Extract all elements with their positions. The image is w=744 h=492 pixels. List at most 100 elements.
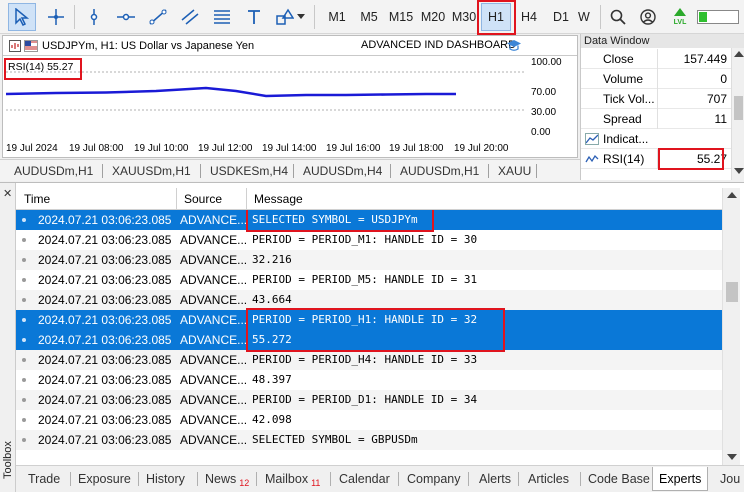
tab-label: Articles [528,472,569,486]
tab-exposure[interactable]: Exposure [72,467,137,491]
fibonacci-tool-button[interactable] [208,3,236,31]
timeframe-h4-button[interactable]: H4 [514,3,544,31]
timeframe-m30-button[interactable]: M30 [450,3,478,31]
log-row[interactable]: 2024.07.21 03:06:23.085 ADVANCE... PERIO… [16,270,722,290]
timeframe-m20-button[interactable]: M20 [418,3,448,31]
tab-calendar[interactable]: Calendar [333,467,396,491]
log-header: Time Source Message [16,188,722,210]
level-icon [674,7,686,16]
column-header-message[interactable]: Message [254,192,303,206]
scroll-thumb[interactable] [734,96,743,120]
column-header-time[interactable]: Time [24,192,50,206]
trendline-tool-button[interactable] [144,3,172,31]
price-axis: 100.00 70.00 30.00 0.00 [528,56,578,142]
search-button[interactable] [604,3,632,31]
log-bullet-icon [22,298,26,302]
tab-trade[interactable]: Trade [22,467,66,491]
tab-label: Exposure [78,472,131,486]
chart-tab[interactable]: XAUU [494,160,534,182]
time-tick: 19 Jul 12:00 [198,143,253,154]
log-row[interactable]: 2024.07.21 03:06:23.085 ADVANCE... PERIO… [16,350,722,370]
log-row[interactable]: 2024.07.21 03:06:23.085 ADVANCE... 55.27… [16,330,722,350]
log-scrollbar[interactable] [722,188,740,465]
tab-articles[interactable]: Articles [522,467,575,491]
price-tick: 100.00 [531,57,562,68]
tab-separator [580,472,581,486]
log-row[interactable]: 2024.07.21 03:06:23.085 ADVANCE... SELEC… [16,210,722,230]
tab-mailbox[interactable]: Mailbox 11 [259,467,326,491]
channel-icon [181,9,199,25]
log-time: 2024.07.21 03:06:23.085 [38,413,172,427]
log-source: ADVANCE... [180,393,248,407]
tab-history[interactable]: History [140,467,191,491]
scroll-thumb[interactable] [726,282,738,302]
log-row[interactable]: 2024.07.21 03:06:23.085 ADVANCE... 42.09… [16,410,722,430]
log-row[interactable]: 2024.07.21 03:06:23.085 ADVANCE... PERIO… [16,230,722,250]
mailbox-count-badge: 11 [311,478,321,488]
shapes-tool-button[interactable] [272,3,308,31]
chart-tab[interactable]: USDKESm,H4 [206,160,292,182]
timeframe-h1-button[interactable]: H1 [481,3,511,31]
channel-tool-button[interactable] [176,3,204,31]
chevron-down-icon [296,14,305,19]
column-separator [246,188,247,210]
news-count-badge: 12 [239,478,250,488]
tab-separator [398,472,399,486]
price-tick: 30.00 [531,107,557,118]
level-label: LVL [673,18,687,26]
text-tool-button[interactable] [240,3,268,31]
timeframe-m15-button[interactable]: M15 [386,3,416,31]
tab-alerts[interactable]: Alerts [473,467,517,491]
tab-separator [138,472,139,486]
vertical-line-tool-button[interactable] [80,3,108,31]
timeframe-m5-button[interactable]: M5 [354,3,384,31]
chart-tab[interactable]: AUDUSDm,H4 [299,160,386,182]
log-time: 2024.07.21 03:06:23.085 [38,333,172,347]
tab-news[interactable]: News 12 [199,467,255,491]
text-icon [248,10,260,24]
tab-company[interactable]: Company [401,467,467,491]
chart-tab[interactable]: XAUUSDm,H1 [108,160,195,182]
tab-experts[interactable]: Experts [652,467,709,491]
log-row[interactable]: 2024.07.21 03:06:23.085 ADVANCE... PERIO… [16,310,722,330]
timeframe-d1-button[interactable]: D1 [546,3,576,31]
symbol-flag-icon [24,39,38,52]
data-row-name: Indicat... [603,132,649,146]
timeframe-w1-button[interactable]: W [578,3,598,31]
log-bullet-icon [22,218,26,222]
cursor-tool-button[interactable] [8,3,36,31]
toolbar-separator [314,5,315,29]
tab-journal[interactable]: Jou [714,467,744,491]
timeframe-m1-button[interactable]: M1 [322,3,352,31]
tab-code-base[interactable]: Code Base [582,467,656,491]
log-row[interactable]: 2024.07.21 03:06:23.085 ADVANCE... 48.39… [16,370,722,390]
log-bullet-icon [22,338,26,342]
scroll-down-icon [727,454,737,460]
log-message: PERIOD = PERIOD_H1: HANDLE ID = 32 [252,313,478,326]
log-row[interactable]: 2024.07.21 03:06:23.085 ADVANCE... 32.21… [16,250,722,270]
chart-tab[interactable]: AUDUSDm,H1 [10,160,97,182]
crosshair-tool-button[interactable] [42,3,70,31]
log-list: 2024.07.21 03:06:23.085 ADVANCE... SELEC… [16,210,722,465]
log-row[interactable]: 2024.07.21 03:06:23.085 ADVANCE... SELEC… [16,430,722,450]
close-icon[interactable]: ✕ [3,187,12,200]
toolbox-tab-bar: Trade Exposure History News 12 Mailbox 11 … [16,465,744,492]
tab-label: Jou [720,472,741,486]
log-row[interactable]: 2024.07.21 03:06:23.085 ADVANCE... PERIO… [16,390,722,410]
cursor-icon [15,8,30,26]
chart-symbol-title: USDJPYm, H1: US Dollar vs Japanese Yen [42,39,255,52]
tab-label: Calendar [339,472,390,486]
search-icon [610,9,626,25]
horizontal-line-tool-button[interactable] [112,3,140,31]
account-button[interactable] [634,3,662,31]
user-icon [640,9,656,25]
chart-window[interactable]: USDJPYm, H1: US Dollar vs Japanese Yen A… [2,35,578,158]
column-header-source[interactable]: Source [184,192,222,206]
fibonacci-icon [214,10,230,24]
log-row[interactable]: 2024.07.21 03:06:23.085 ADVANCE... 43.66… [16,290,722,310]
level-button[interactable]: LVL [666,3,694,31]
chart-tab[interactable]: AUDUSDm,H1 [396,160,483,182]
data-row-value: 55.27 [696,152,727,166]
log-message: PERIOD = PERIOD_H4: HANDLE ID = 33 [252,353,478,366]
data-window-scrollbar[interactable] [731,48,744,180]
